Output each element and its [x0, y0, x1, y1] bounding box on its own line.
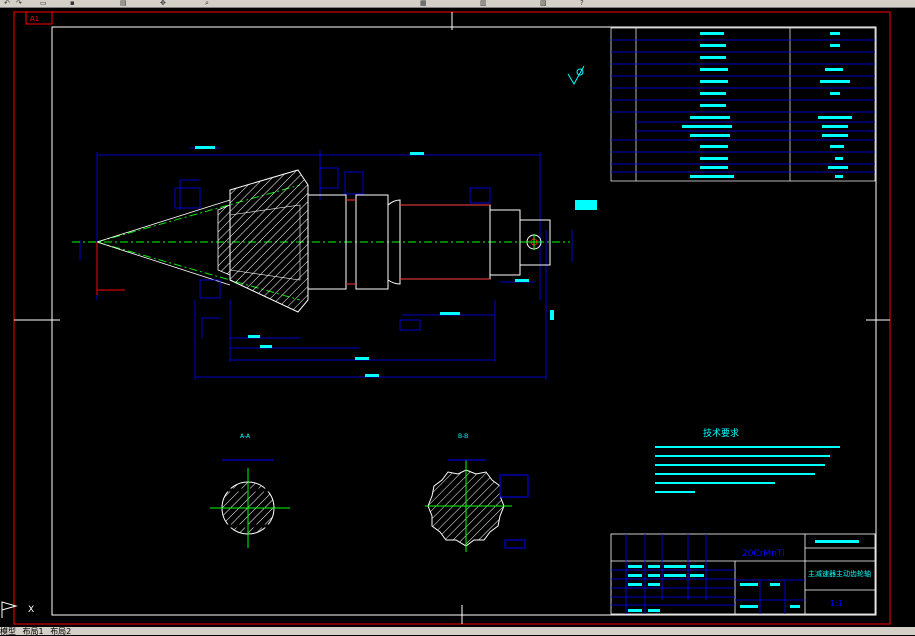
- help-icon[interactable]: ?: [580, 0, 584, 7]
- toolbar: ↶ ↷ ▭ ▪ ▤ ✥ ⌕ ▦ ▥ ▧ ?: [0, 0, 915, 8]
- properties-icon[interactable]: ▦: [420, 0, 427, 7]
- sheet-size-label: A1: [30, 15, 39, 23]
- parameter-table-text: [682, 32, 852, 178]
- zoom-icon[interactable]: ⌕: [205, 0, 209, 7]
- section-a-label: A-A: [240, 433, 251, 440]
- dimension-lines: [79, 147, 573, 380]
- open-icon[interactable]: ▭: [40, 0, 47, 7]
- technical-requirements-title: 技术要求: [703, 427, 739, 439]
- section-b-label: B-B: [458, 433, 468, 440]
- layout-tabs: 模型 布局1 布局2: [0, 627, 915, 636]
- match-icon[interactable]: ▧: [540, 0, 547, 7]
- cone-tip-lines: [96, 199, 231, 286]
- undo-icon[interactable]: ↶: [4, 0, 10, 7]
- redo-icon[interactable]: ↷: [16, 0, 22, 7]
- drawing-title: 主减速器主动齿轮轴: [808, 569, 871, 578]
- section-b-view: [425, 459, 529, 552]
- section-a-view: [210, 459, 290, 548]
- scale-value: 1:1: [830, 599, 843, 608]
- material-code: 20CrMnTi: [742, 549, 785, 559]
- print-icon[interactable]: ▤: [120, 0, 127, 7]
- layer-icon[interactable]: ▥: [480, 0, 487, 7]
- ucs-x-label: X: [28, 605, 34, 615]
- roughness-symbol: [567, 65, 585, 85]
- save-icon[interactable]: ▪: [70, 0, 75, 7]
- pan-icon[interactable]: ✥: [160, 0, 166, 7]
- cone-pitch-lines: [72, 184, 570, 301]
- technical-requirements-lines: [655, 446, 840, 493]
- gear-head: [217, 169, 309, 313]
- drawing-canvas[interactable]: A1 A-A B-B 技术要求 20CrMnTi 主减速器主动齿轮轴 1:1 X: [0, 8, 915, 628]
